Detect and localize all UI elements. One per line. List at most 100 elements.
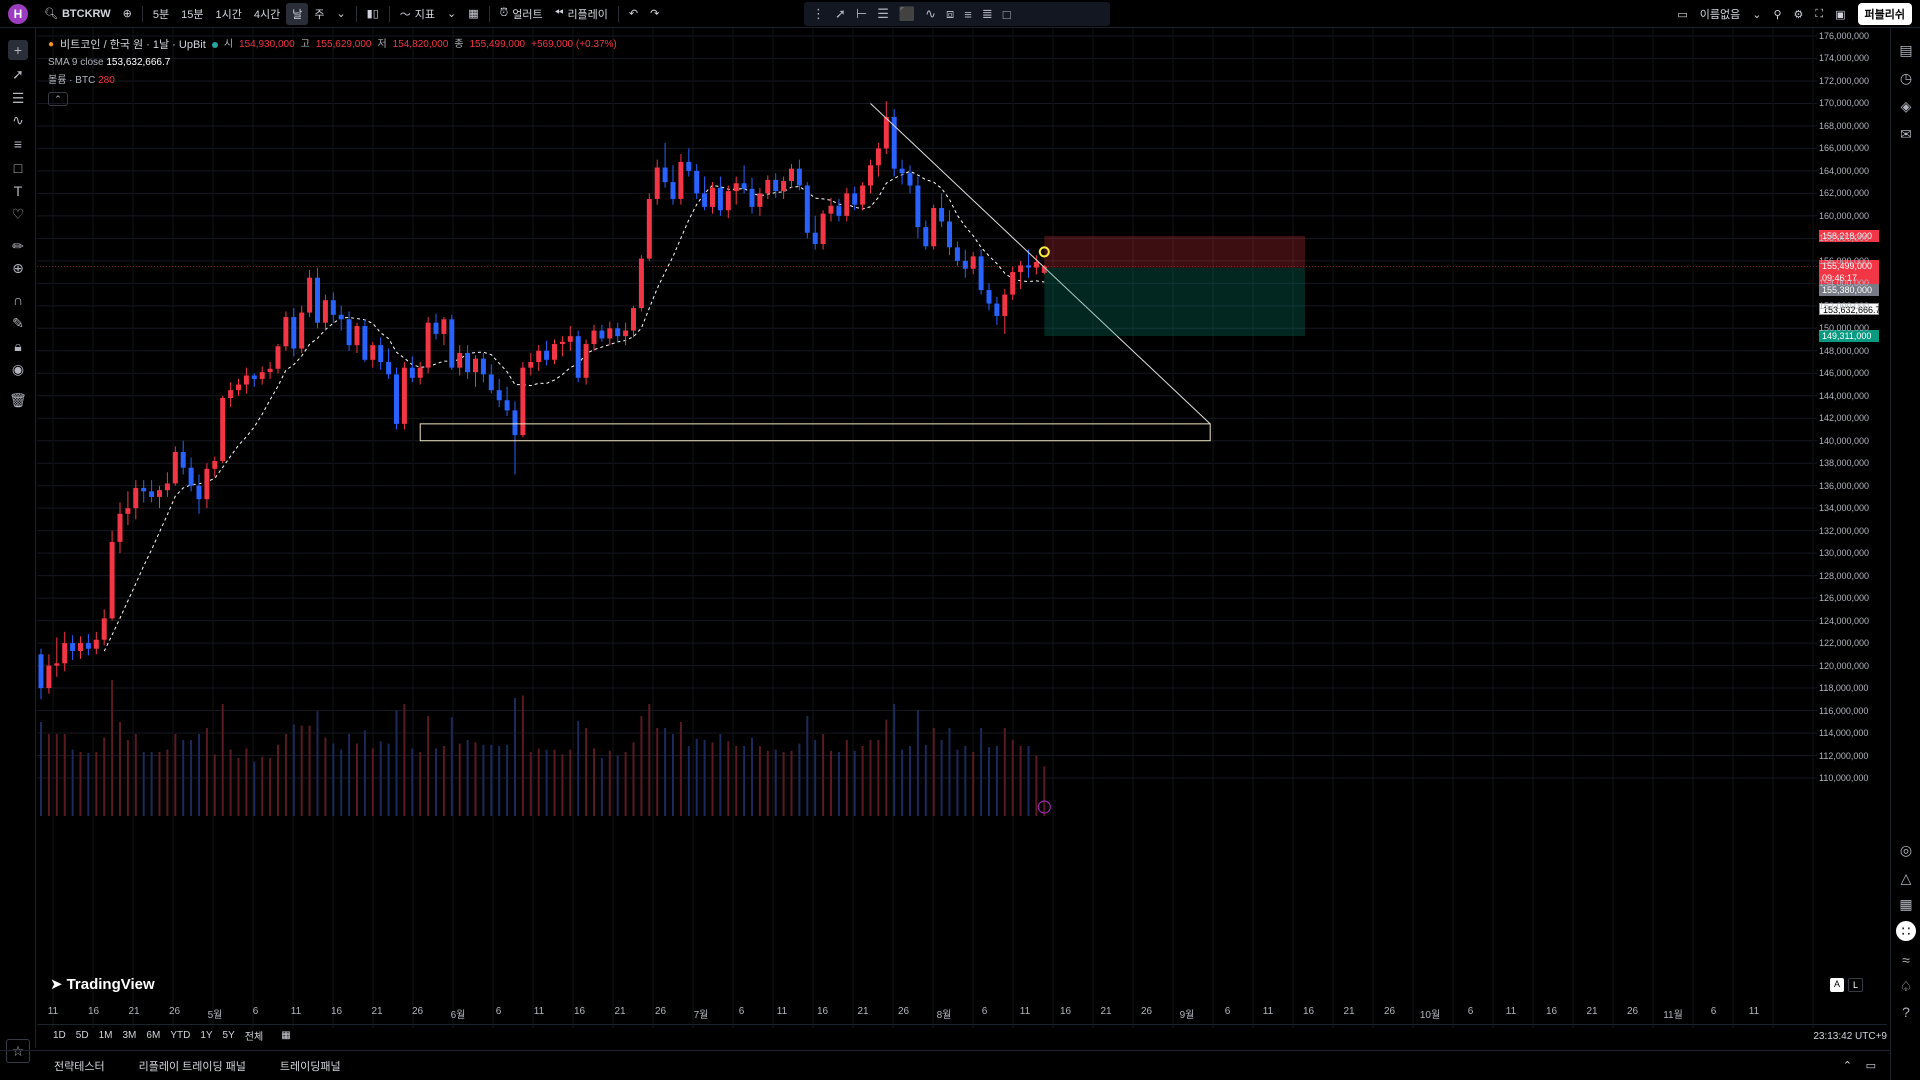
quick-search-icon[interactable]: ⚲ — [1773, 8, 1781, 21]
interval-1w[interactable]: 주 — [308, 3, 330, 25]
user-avatar[interactable]: H — [8, 3, 28, 24]
clock[interactable]: 23:13:42 UTC+9 — [1813, 1031, 1887, 1042]
time-tick: 11 — [1748, 1006, 1760, 1017]
zoom-in-icon[interactable]: ⊕ — [8, 258, 28, 278]
range-5d[interactable]: 5D — [76, 1030, 89, 1041]
camera-icon[interactable]: ▣ — [1835, 8, 1845, 21]
templates-button[interactable]: ▦ — [462, 3, 484, 25]
range-5y[interactable]: 5Y — [223, 1030, 235, 1041]
chat-icon[interactable]: ✉︎ — [1896, 124, 1916, 144]
symbol-title[interactable]: 비트코인 / 한국 원 · 1날 · UpBit — [60, 36, 206, 54]
calendar-icon[interactable]: ▦ — [1896, 894, 1916, 914]
horizontal-ray-icon[interactable]: ⊢ — [856, 6, 867, 22]
tab-replay-trading[interactable]: 리플레이 트레이딩 패널 — [139, 1058, 246, 1074]
watchlist-icon[interactable]: ▤ — [1896, 40, 1916, 60]
volume-bar — [648, 704, 651, 816]
auto-scale-button[interactable]: A — [1830, 978, 1845, 992]
layout-name[interactable]: 이름없음 — [1700, 6, 1740, 22]
crosshair-icon[interactable]: + — [8, 40, 28, 60]
range-all[interactable]: 전체 — [245, 1028, 263, 1043]
icon-tool-icon[interactable]: ♡ — [8, 204, 28, 224]
fib-channel-icon[interactable]: ≣ — [982, 6, 993, 22]
candle-body — [710, 187, 715, 207]
compare-button[interactable]: ⊕ — [117, 3, 138, 25]
candle-body — [915, 185, 921, 228]
chart-type-button[interactable]: ▮▯ — [361, 3, 385, 25]
magnet-icon[interactable]: ∩ — [8, 290, 28, 310]
trend-line-tool-icon[interactable]: ➚ — [8, 64, 28, 84]
log-scale-button[interactable]: L — [1848, 978, 1864, 992]
eye-icon[interactable]: ◉ — [8, 359, 28, 379]
replay-button[interactable]: ⏪︎ 리플레이 — [549, 3, 614, 25]
price-tick: 174,000,000 — [1819, 53, 1870, 64]
drag-handle-icon[interactable]: ⋮ — [812, 6, 825, 22]
indicators-button[interactable]: 〜 지표 — [394, 3, 441, 25]
symbol-search[interactable]: 🔍︎ BTCKRW — [38, 3, 117, 25]
help-icon[interactable]: ? — [1896, 1002, 1916, 1022]
fib-retracement-icon[interactable]: ≡ — [964, 7, 972, 22]
apps-grid-icon[interactable]: ∷ — [1896, 921, 1916, 941]
chevron-down-icon[interactable]: ⌄ — [1752, 8, 1761, 21]
sma-label[interactable]: SMA 9 close — [48, 57, 104, 68]
volume-label[interactable]: 볼륨 · BTC — [48, 75, 95, 86]
range-6m[interactable]: 6M — [146, 1030, 160, 1041]
interval-5m[interactable]: 5분 — [147, 3, 175, 25]
lock-icon[interactable]: 🔒︎ — [8, 336, 28, 356]
redo-button[interactable]: ↷ — [644, 3, 665, 25]
volume-bar — [126, 740, 129, 816]
pattern-tool-icon[interactable]: ∿ — [8, 110, 28, 130]
ideas-icon[interactable]: △ — [1896, 868, 1916, 888]
interval-dropdown[interactable]: ⌄ — [330, 3, 351, 25]
parallel-channel-icon[interactable]: ☰ — [877, 6, 889, 22]
trash-icon[interactable]: 🗑︎ — [8, 390, 28, 410]
tab-strategy-tester[interactable]: 전략테스터 — [54, 1058, 105, 1074]
undo-button[interactable]: ↶ — [623, 3, 644, 25]
forecast-tool-icon[interactable]: ≡ — [8, 134, 28, 154]
alert-button[interactable]: ⏰︎ 얼러트 — [494, 3, 549, 25]
fullscreen-icon[interactable]: ⛶ — [1815, 8, 1823, 21]
collapse-panel-icon[interactable]: ⌃ — [1843, 1059, 1852, 1072]
layers-icon[interactable]: ◈ — [1896, 96, 1916, 116]
volume-bar — [616, 755, 619, 816]
elliott-wave-icon[interactable]: ∿ — [925, 6, 936, 22]
stream-icon[interactable]: ≈ — [1896, 950, 1916, 970]
stay-drawing-icon[interactable]: ✎ — [8, 313, 28, 333]
rectangle-icon[interactable]: □ — [1003, 7, 1011, 22]
bell-icon[interactable]: ♤ — [1896, 976, 1916, 996]
maximize-panel-icon[interactable]: ▭ — [1866, 1059, 1876, 1072]
ruler-icon[interactable]: ✏︎ — [8, 236, 28, 256]
range-3m[interactable]: 3M — [123, 1030, 137, 1041]
go-to-date-icon[interactable]: ▦ — [281, 1030, 290, 1041]
range-1d[interactable]: 1D — [53, 1030, 66, 1041]
volume-bar — [735, 746, 738, 816]
interval-4h[interactable]: 4시간 — [248, 3, 286, 25]
price-tick: 150,000,000 — [1819, 323, 1870, 334]
change-value: +569,000 (+0.37%) — [531, 39, 617, 50]
price-axis[interactable]: 158,218,000 155,499,000 09:46:17 155,380… — [1817, 28, 1889, 1010]
range-ytd[interactable]: YTD — [170, 1030, 190, 1041]
interval-1h[interactable]: 1시간 — [209, 3, 247, 25]
fib-tool-icon[interactable]: ☰ — [8, 88, 28, 108]
range-1m[interactable]: 1M — [99, 1030, 113, 1041]
interval-1d[interactable]: 날 — [286, 2, 309, 25]
indicators-dropdown[interactable]: ⌄ — [441, 3, 462, 25]
volume-bar — [988, 747, 990, 816]
text-tool-icon[interactable]: T — [8, 181, 28, 201]
price-chart[interactable] — [37, 28, 1817, 1028]
time-tick: 21 — [857, 1006, 869, 1017]
publish-button[interactable]: 퍼블리쉬 — [1857, 3, 1912, 25]
pattern-icon[interactable]: ⬛ — [899, 6, 915, 22]
tab-trading-panel[interactable]: 트레이딩패널 — [280, 1058, 341, 1074]
settings-icon[interactable]: ⚙︎ — [1794, 8, 1804, 21]
target-icon[interactable]: ◎ — [1896, 840, 1916, 860]
collapse-legend-button[interactable]: ⌃ — [48, 92, 68, 106]
time-tick: 21 — [614, 1006, 626, 1017]
trend-line-icon[interactable]: ➚ — [835, 6, 846, 22]
layout-icon[interactable]: ▭ — [1677, 8, 1687, 21]
interval-15m[interactable]: 15분 — [175, 3, 209, 25]
xabcd-icon[interactable]: ⧈ — [946, 6, 954, 22]
time-axis[interactable]: 11 16 21 26 5월 6 11 16 21 26 6월 6 11 16 21 26 7월 6 11 16 21 2… — [37, 1000, 1817, 1022]
range-1y[interactable]: 1Y — [200, 1030, 212, 1041]
alerts-clock-icon[interactable]: ◷ — [1896, 68, 1916, 88]
shape-tool-icon[interactable]: □ — [8, 158, 28, 178]
